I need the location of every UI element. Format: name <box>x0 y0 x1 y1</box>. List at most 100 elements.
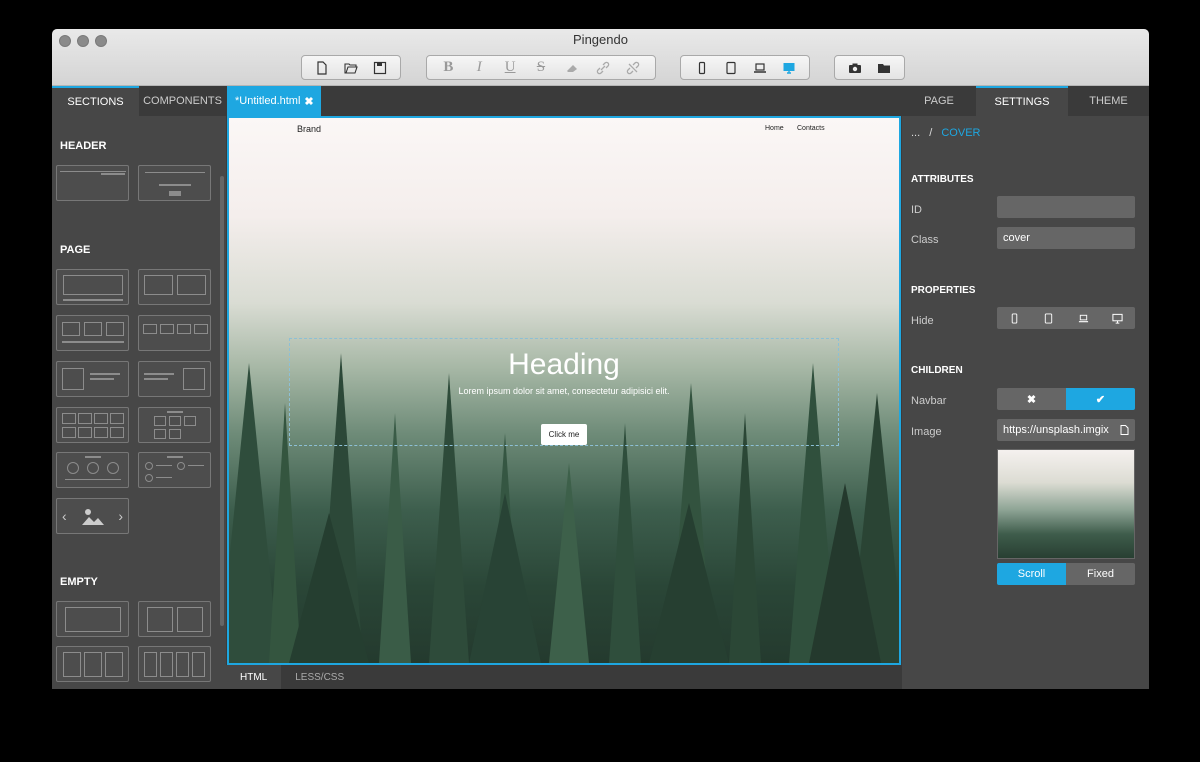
folder-icon[interactable] <box>873 58 895 78</box>
carousel-template-thumb[interactable]: ‹ › <box>56 498 129 534</box>
file-icon[interactable] <box>1120 425 1129 435</box>
page-template-thumb[interactable] <box>138 269 211 305</box>
window-title: Pingendo <box>573 32 628 47</box>
empty-template-thumb[interactable] <box>56 601 129 637</box>
format-tools: B I U S <box>426 55 656 80</box>
navbar-off-button[interactable]: ✖ <box>997 388 1066 410</box>
page-template-thumb[interactable] <box>56 361 129 397</box>
link-icon[interactable] <box>592 58 614 78</box>
navbar-on-button[interactable]: ✔ <box>1066 388 1135 410</box>
image-icon <box>81 509 104 525</box>
unlink-icon[interactable] <box>622 58 644 78</box>
close-icon: ✖ <box>1026 393 1037 406</box>
hide-desktop-toggle[interactable] <box>1100 307 1135 329</box>
tree-shape <box>549 463 589 663</box>
class-field[interactable]: cover <box>997 227 1135 249</box>
tab-html[interactable]: HTML <box>226 665 282 689</box>
new-file-icon[interactable] <box>311 58 333 78</box>
file-tab-bar: *Untitled.html ✖ <box>226 86 902 116</box>
image-url-value: https://unsplash.imgix <box>1003 424 1109 436</box>
hide-viewport-toggles <box>997 307 1135 329</box>
phone-icon <box>1011 312 1017 324</box>
tab-less-css[interactable]: LESS/CSS <box>281 665 358 689</box>
bold-icon[interactable]: B <box>437 58 459 78</box>
page-preview-canvas[interactable]: Brand Home Contacts Heading Lorem ipsum … <box>227 116 901 665</box>
viewport-tools <box>680 55 810 80</box>
attributes-title: ATTRIBUTES <box>911 174 974 185</box>
file-tools <box>301 55 401 80</box>
file-tab-label: *Untitled.html <box>235 95 301 107</box>
left-panel-scrollbar[interactable] <box>220 176 224 626</box>
page-template-thumb[interactable] <box>138 315 211 351</box>
export-tools <box>834 55 905 80</box>
breadcrumb-parent[interactable]: ... <box>911 127 920 139</box>
image-label: Image <box>911 426 942 438</box>
empty-template-thumb[interactable] <box>56 646 129 682</box>
save-icon[interactable] <box>369 58 391 78</box>
editor-area: *Untitled.html ✖ Brand Home Contacts Hea… <box>226 86 902 689</box>
right-panel: PAGE SETTINGS THEME ... / COVER ATTRIBUT… <box>902 86 1149 689</box>
italic-icon[interactable]: I <box>468 58 490 78</box>
underline-icon[interactable]: U <box>499 58 521 78</box>
preview-nav-contacts[interactable]: Contacts <box>797 125 825 132</box>
desktop-icon[interactable] <box>778 58 800 78</box>
header-template-thumb[interactable] <box>56 165 129 201</box>
tree-shape <box>609 423 641 663</box>
page-template-thumb[interactable] <box>56 269 129 305</box>
toolbar: Pingendo B I U S <box>52 29 1149 86</box>
file-tab[interactable]: *Untitled.html ✖ <box>227 86 321 116</box>
section-page-title: PAGE <box>60 244 91 256</box>
page-template-thumb[interactable] <box>138 452 211 488</box>
header-template-thumb[interactable] <box>138 165 211 201</box>
close-tab-icon[interactable]: ✖ <box>304 95 313 108</box>
eraser-icon[interactable] <box>561 58 583 78</box>
id-label: ID <box>911 204 922 216</box>
camera-icon[interactable] <box>844 58 866 78</box>
page-template-thumb[interactable] <box>56 407 129 443</box>
tree-shape <box>289 513 369 663</box>
hide-laptop-toggle[interactable] <box>1066 307 1101 329</box>
tab-components[interactable]: COMPONENTS <box>139 86 226 116</box>
image-preview-thumbnail <box>997 449 1135 559</box>
breadcrumb: ... / COVER <box>911 127 980 139</box>
properties-title: PROPERTIES <box>911 285 976 296</box>
hide-tablet-toggle[interactable] <box>1031 307 1066 329</box>
strikethrough-icon[interactable]: S <box>530 58 552 78</box>
phone-icon[interactable] <box>691 58 713 78</box>
breadcrumb-separator: / <box>929 127 933 139</box>
hide-phone-toggle[interactable] <box>997 307 1032 329</box>
page-template-thumb[interactable] <box>138 407 211 443</box>
page-template-thumb[interactable] <box>56 315 129 351</box>
empty-template-thumb[interactable] <box>138 646 211 682</box>
tablet-icon[interactable] <box>720 58 742 78</box>
navbar-label: Navbar <box>911 395 947 407</box>
preview-brand[interactable]: Brand <box>297 124 321 134</box>
preview-cta-button[interactable]: Click me <box>541 424 587 445</box>
tab-theme[interactable]: THEME <box>1068 86 1149 116</box>
tab-sections[interactable]: SECTIONS <box>52 86 139 116</box>
page-template-thumb[interactable] <box>138 361 211 397</box>
tree-shape <box>649 503 729 663</box>
tab-page[interactable]: PAGE <box>902 86 976 116</box>
laptop-icon[interactable] <box>749 58 771 78</box>
laptop-icon <box>1078 314 1088 322</box>
tab-settings[interactable]: SETTINGS <box>976 86 1068 116</box>
open-folder-icon[interactable] <box>340 58 362 78</box>
tree-shape <box>469 493 541 663</box>
fixed-mode-button[interactable]: Fixed <box>1066 563 1135 585</box>
preview-heading[interactable]: Heading <box>229 348 899 382</box>
empty-template-thumb[interactable] <box>138 601 211 637</box>
preview-lead-text[interactable]: Lorem ipsum dolor sit amet, consectetur … <box>229 386 899 396</box>
breadcrumb-current: COVER <box>941 127 981 139</box>
section-empty-title: EMPTY <box>60 576 98 588</box>
image-url-field[interactable]: https://unsplash.imgix <box>997 419 1135 441</box>
left-tabs: SECTIONS COMPONENTS <box>52 86 226 116</box>
id-field[interactable] <box>997 196 1135 218</box>
children-title: CHILDREN <box>911 365 963 376</box>
tablet-icon <box>1045 312 1053 324</box>
preview-nav-home[interactable]: Home <box>765 125 784 132</box>
left-panel: SECTIONS COMPONENTS HEADER PAGE ‹ › EMPT… <box>52 86 226 689</box>
scroll-mode-button[interactable]: Scroll <box>997 563 1066 585</box>
page-template-thumb[interactable] <box>56 452 129 488</box>
class-label: Class <box>911 234 939 246</box>
